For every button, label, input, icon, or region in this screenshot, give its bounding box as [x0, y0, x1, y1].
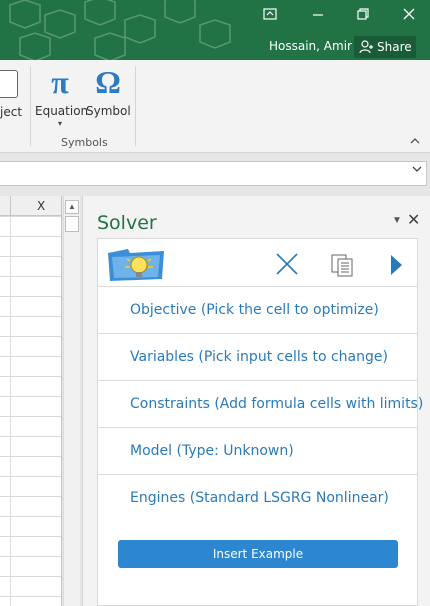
pane-title: Solver — [97, 212, 157, 234]
symbols-group-label: Symbols — [61, 136, 108, 149]
copy-button[interactable] — [330, 252, 356, 278]
minimize-button[interactable] — [305, 4, 331, 28]
scroll-up-icon[interactable]: ▲ — [65, 200, 79, 214]
engines-label: Engines (Standard LSGRG Nonlinear) — [130, 490, 389, 506]
close-window-button[interactable] — [396, 4, 422, 28]
list-item[interactable]: Variables (Pick input cells to change) — [98, 334, 417, 381]
objective-label: Objective (Pick the cell to optimize) — [130, 302, 379, 318]
copy-icon — [331, 254, 353, 277]
user-name[interactable]: Hossain, Amir — [269, 39, 352, 53]
symbol-label: Symbol — [86, 104, 131, 118]
variables-label: Variables (Pick input cells to change) — [130, 349, 388, 365]
ribbon-separator — [135, 66, 136, 146]
pane-close-icon[interactable]: ✕ — [407, 210, 420, 230]
formula-input[interactable] — [0, 161, 427, 186]
solver-logo-icon — [108, 249, 164, 281]
list-item[interactable]: Model (Type: Unknown) — [98, 428, 417, 475]
ribbon-separator — [30, 66, 31, 146]
expand-formula-bar-icon[interactable] — [412, 165, 422, 176]
close-icon — [403, 8, 415, 20]
list-item[interactable]: Engines (Standard LSGRG Nonlinear) — [98, 475, 417, 522]
person-add-icon — [359, 40, 373, 54]
pane-options-icon[interactable]: ▼ — [392, 215, 402, 226]
share-button[interactable]: Share — [354, 36, 416, 58]
grid-column-line — [10, 216, 11, 606]
equation-label: Equation — [35, 104, 89, 118]
column-header[interactable]: X — [0, 196, 61, 216]
ribbon-display-button[interactable] — [257, 4, 283, 28]
column-letter: X — [37, 199, 46, 213]
formula-bar-area — [0, 153, 430, 195]
restore-button[interactable] — [350, 4, 376, 28]
list-item[interactable]: Objective (Pick the cell to optimize) — [98, 287, 417, 334]
excel-window: Hossain, Amir Share ject π Equation ▾ Ω … — [0, 0, 430, 606]
object-label: ject — [0, 105, 23, 119]
share-label: Share — [377, 40, 412, 54]
collapse-ribbon-icon[interactable] — [410, 136, 420, 148]
clear-model-button[interactable] — [274, 251, 300, 277]
insert-example-button[interactable]: Insert Example — [118, 540, 398, 568]
scroll-thumb[interactable] — [65, 216, 79, 232]
object-icon — [0, 70, 18, 98]
ribbon-display-icon — [263, 8, 277, 20]
ribbon: ject π Equation ▾ Ω Symbol Symbols — [0, 60, 430, 153]
worksheet-grid[interactable]: X — [0, 196, 62, 606]
list-item[interactable]: Constraints (Add formula cells with limi… — [98, 381, 423, 428]
play-icon — [391, 255, 402, 275]
object-button[interactable]: ject — [0, 64, 26, 120]
chevron-down-icon: ▾ — [57, 119, 62, 128]
column-divider — [10, 196, 11, 216]
solver-addin-panel: Objective (Pick the cell to optimize) Va… — [97, 238, 423, 606]
omega-icon: Ω — [95, 64, 121, 100]
title-pattern — [9, 0, 231, 60]
constraints-label: Constraints (Add formula cells with limi… — [130, 396, 424, 412]
symbol-button[interactable]: Ω Symbol — [86, 64, 131, 126]
x-icon — [276, 253, 298, 275]
title-bar: Hossain, Amir Share — [0, 0, 430, 60]
solve-button[interactable] — [388, 252, 404, 278]
vertical-scrollbar[interactable]: ▲ — [63, 196, 80, 606]
minimize-icon — [313, 14, 323, 16]
solver-task-pane: Solver ▼ ✕ Objective (Pick the cell to o… — [82, 196, 430, 606]
equation-button[interactable]: π Equation ▾ — [35, 64, 89, 128]
solver-toolbar — [98, 239, 417, 287]
pi-icon: π — [51, 64, 69, 100]
model-label: Model (Type: Unknown) — [130, 443, 294, 459]
restore-icon — [357, 8, 369, 20]
